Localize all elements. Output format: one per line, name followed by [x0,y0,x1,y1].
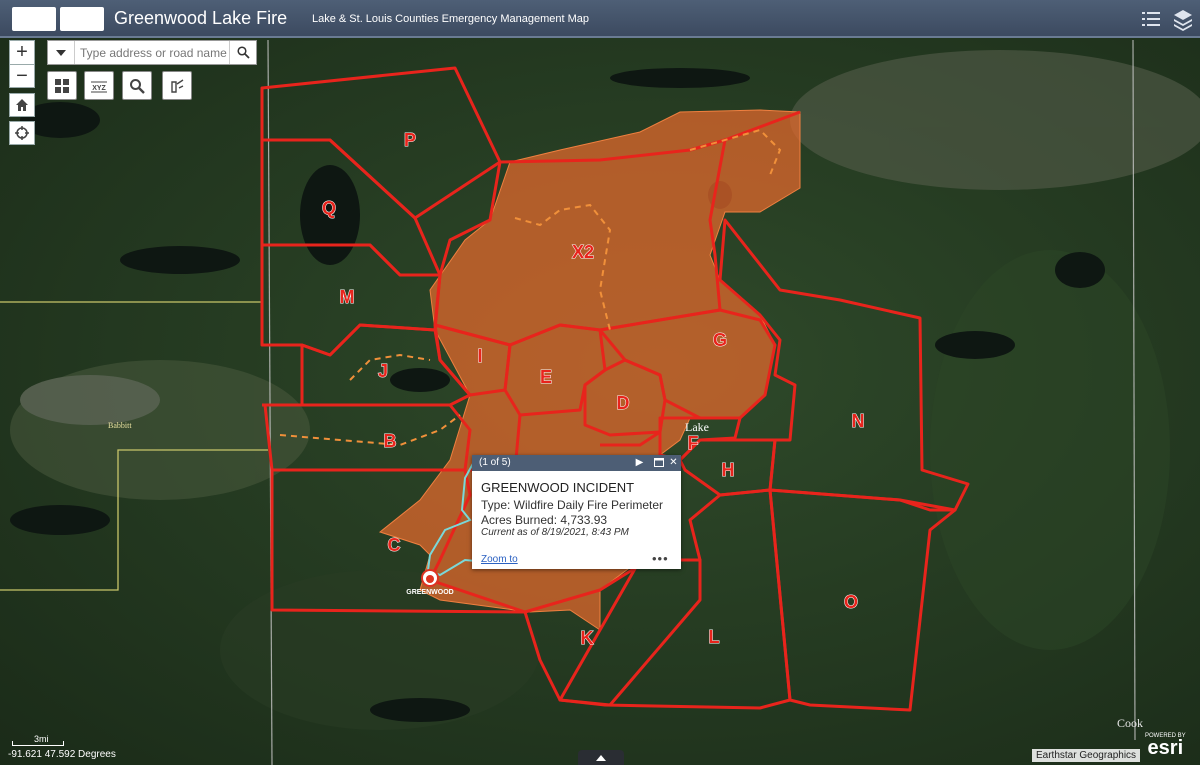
zone-label-l: L [709,627,720,647]
layers-icon [1174,10,1192,31]
search-icon [236,46,250,59]
xyz-icon: XYZ [91,81,107,92]
popup-current-as-of: Current as of 8/19/2021, 8:43 PM [481,527,629,538]
zoom-to-link[interactable]: Zoom to [481,554,518,565]
zone-label-j: J [378,361,388,381]
more-actions-icon[interactable]: ••• [652,551,669,566]
my-location-button[interactable] [9,121,35,145]
zone-label-m: M [340,287,355,307]
zoom-select-button[interactable] [122,71,152,100]
crosshair-icon [15,126,29,140]
search-widget [47,40,257,65]
place-label-lake: Lake [685,420,709,434]
zone-label-k: K [581,628,594,648]
zone-label-q: Q [322,198,336,218]
lake-county-logo [12,7,56,31]
measure-button[interactable] [162,71,192,100]
zone-label-h: H [722,460,735,480]
app-subtitle: Lake & St. Louis Counties Emergency Mana… [312,13,589,25]
zone-label-f: F [688,433,699,453]
search-input[interactable] [76,41,234,64]
zone-label-d: D [617,393,630,413]
esri-logo: POWERED BY esri [1145,733,1186,759]
legend-list-button[interactable] [1138,4,1164,34]
coordinate-readout: -91.621 47.592 Degrees [8,749,116,760]
search-button[interactable] [229,41,256,64]
basemap-gallery-button[interactable] [47,71,77,100]
search-source-dropdown[interactable] [48,41,75,64]
zone-label-i: I [477,346,482,366]
svg-text:XYZ: XYZ [92,85,106,92]
app-header: Greenwood Lake Fire Lake & St. Louis Cou… [0,0,1200,38]
st-louis-county-logo [60,7,104,31]
zone-label-b: B [384,431,397,451]
zone-label-n: N [852,411,865,431]
home-icon [16,99,28,111]
zone-label-p: P [404,130,416,150]
scale-bar [12,741,64,746]
plus-icon: + [16,41,28,63]
zone-label-x2: X2 [572,242,594,262]
esri-text: esri [1147,737,1184,759]
caret-up-icon [596,754,606,761]
popup-count: (1 of 5) [479,457,511,468]
default-extent-button[interactable] [9,93,35,117]
place-label-babbitt: Babbitt [108,421,132,430]
zone-label-g: G [713,330,727,350]
next-feature-icon[interactable]: ▶ [633,456,646,469]
maximize-icon[interactable] [652,456,665,469]
close-icon[interactable]: ✕ [667,456,680,469]
measure-icon [171,78,184,93]
expand-panel-tab[interactable] [578,750,624,765]
layers-button[interactable] [1170,4,1196,34]
attribution[interactable]: Earthstar Geographics [1032,749,1141,762]
incident-marker-label: GREENWOOD [406,589,453,596]
app-title: Greenwood Lake Fire [114,8,288,28]
coordinate-tool-button[interactable]: XYZ [84,71,114,100]
popup-type: Type: Wildfire Daily Fire Perimeter [481,498,664,512]
list-icon [1142,12,1160,26]
greenwood-incident-marker[interactable] [421,569,439,587]
minus-icon: − [16,64,28,87]
place-label-cook: Cook [1117,716,1143,730]
zoom-in-button[interactable]: + [9,40,35,64]
popup-header: (1 of 5) ▶ ✕ [472,455,681,471]
zone-label-e: E [540,367,552,387]
grid-icon [55,78,69,93]
zone-label-o: O [844,592,858,612]
map-view[interactable]: GREENWOOD Babbitt Lake Cook P Q M X2 I J E G D B F… [0,38,1200,765]
popup-acres: Acres Burned: 4,733.93 [481,513,608,527]
popup-title: GREENWOOD INCIDENT [481,480,635,495]
zone-label-c: C [388,535,401,555]
caret-down-icon [56,49,66,56]
feature-popup: (1 of 5) ▶ ✕ GREENWOOD INCIDENT Type: Wi… [472,455,681,569]
magnifier-icon [130,78,145,94]
zoom-out-button[interactable]: − [9,64,35,88]
